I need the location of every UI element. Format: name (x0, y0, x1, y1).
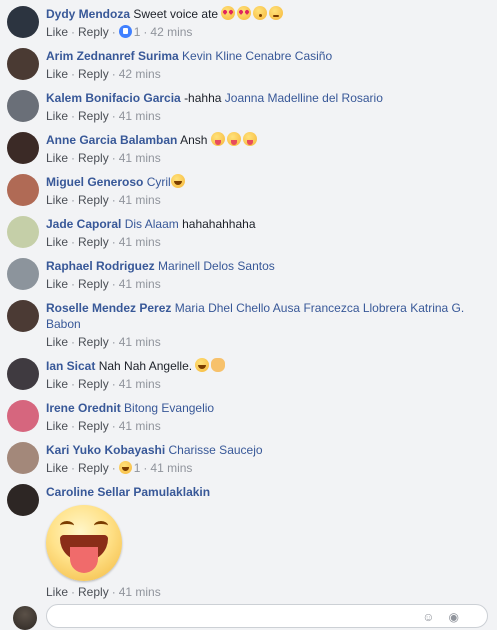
comment-text: Nah Nah Angelle. (98, 359, 193, 373)
avatar[interactable] (7, 174, 39, 206)
reply-link[interactable]: Reply (78, 109, 109, 123)
mention-link[interactable]: Maria Dhel Chello Ausa Francezca Llobrer… (175, 301, 407, 315)
avatar[interactable] (7, 48, 39, 80)
avatar[interactable] (7, 6, 39, 38)
like-link[interactable]: Like (46, 235, 68, 249)
comment-input[interactable]: ☺◉ (46, 604, 488, 628)
like-link[interactable]: Like (46, 277, 68, 291)
smirk-emoji-icon (269, 6, 284, 20)
avatar[interactable] (7, 484, 39, 516)
reply-link[interactable]: Reply (78, 193, 109, 207)
laughing-emoji-icon (170, 174, 185, 188)
mention-link[interactable]: Marinell Delos Santos (158, 259, 275, 273)
like-link[interactable]: Like (46, 151, 68, 165)
reply-link[interactable]: Reply (78, 335, 109, 349)
comment-time[interactable]: 41 mins (119, 419, 161, 433)
comment-text: Sweet voice ate (133, 7, 219, 21)
heart-eyes-emoji-icon (237, 6, 252, 20)
reply-link[interactable]: Reply (78, 235, 109, 249)
comment-author[interactable]: Raphael Rodriguez (46, 259, 155, 273)
comment-author[interactable]: Arim Zednanref Surima (46, 49, 179, 63)
comment-author[interactable]: Dydy Mendoza (46, 7, 130, 21)
comment-time[interactable]: 42 mins (150, 25, 192, 39)
comment-time[interactable]: 41 mins (119, 377, 161, 391)
avatar[interactable] (7, 442, 39, 474)
reply-link[interactable]: Reply (78, 419, 109, 433)
reply-link[interactable]: Reply (78, 151, 109, 165)
comment-time[interactable]: 41 mins (119, 335, 161, 349)
avatar[interactable] (7, 90, 39, 122)
ok-hand-emoji-icon (211, 358, 226, 372)
mention-link[interactable]: Cyril (147, 175, 171, 189)
mention-link[interactable]: Kevin Kline Cenabre Casiño (182, 49, 332, 63)
comment-author[interactable]: Irene Orednit (46, 401, 121, 415)
comment-time[interactable]: 41 mins (119, 151, 161, 165)
like-link[interactable]: Like (46, 461, 68, 475)
like-link[interactable]: Like (46, 109, 68, 123)
avatar[interactable] (7, 132, 39, 164)
laughing-emoji-icon (195, 358, 210, 372)
sticker-tongue-icon (70, 547, 98, 573)
reply-link[interactable]: Reply (78, 461, 109, 475)
comment-time[interactable]: 41 mins (119, 109, 161, 123)
comment-author[interactable]: Miguel Generoso (46, 175, 143, 189)
reply-link[interactable]: Reply (78, 277, 109, 291)
comment-time[interactable]: 41 mins (119, 585, 161, 599)
mention-link[interactable]: Joanna Madelline del Rosario (225, 91, 383, 105)
reply-link[interactable]: Reply (78, 67, 109, 81)
reply-link[interactable]: Reply (78, 585, 109, 599)
like-link[interactable]: Like (46, 193, 68, 207)
like-link[interactable]: Like (46, 67, 68, 81)
heart-eyes-emoji-icon (221, 6, 236, 20)
comment-time[interactable]: 41 mins (119, 193, 161, 207)
avatar[interactable] (7, 258, 39, 290)
current-user-avatar (13, 606, 37, 630)
comment-text: Ansh (180, 133, 208, 147)
tongue-out-emoji-icon (210, 132, 225, 146)
tongue-out-sticker-icon[interactable] (46, 505, 122, 581)
haha-reaction-icon[interactable] (118, 461, 132, 474)
composer-icons[interactable]: ☺◉ (422, 610, 473, 624)
avatar[interactable] (7, 216, 39, 248)
comment-text: hahahahhaha (182, 217, 256, 231)
comment-author[interactable]: Kalem Bonifacio Garcia (46, 91, 181, 105)
comment-author[interactable]: Roselle Mendez Perez (46, 301, 171, 315)
mention-link[interactable]: Charisse Saucejo (169, 443, 263, 457)
sticker-eye-icon (60, 521, 74, 530)
comment-author[interactable]: Ian Sicat (46, 359, 95, 373)
mention-link[interactable]: Dis Alaam (125, 217, 179, 231)
like-link[interactable]: Like (46, 419, 68, 433)
avatar[interactable] (7, 358, 39, 390)
comment-author[interactable]: Kari Yuko Kobayashi (46, 443, 165, 457)
comment-author[interactable]: Caroline Sellar Pamulaklakin (46, 485, 210, 499)
like-link[interactable]: Like (46, 335, 68, 349)
comment-author[interactable]: Jade Caporal (46, 217, 121, 231)
like-reaction-icon[interactable] (118, 25, 132, 38)
tongue-out-emoji-icon (226, 132, 241, 146)
comment-time[interactable]: 41 mins (119, 277, 161, 291)
comment-time[interactable]: 42 mins (119, 67, 161, 81)
avatar[interactable] (7, 400, 39, 432)
comment-time[interactable]: 41 mins (150, 461, 192, 475)
avatar[interactable] (7, 300, 39, 332)
comment-author[interactable]: Anne Garcia Balamban (46, 133, 177, 147)
like-link[interactable]: Like (46, 585, 68, 599)
comment-time[interactable]: 41 mins (119, 235, 161, 249)
mention-link[interactable]: Bitong Evangelio (124, 401, 214, 415)
like-link[interactable]: Like (46, 377, 68, 391)
comment-text: -hahha (184, 91, 222, 105)
like-link[interactable]: Like (46, 25, 68, 39)
tongue-out-emoji-icon (242, 132, 257, 146)
reply-link[interactable]: Reply (78, 25, 109, 39)
reply-link[interactable]: Reply (78, 377, 109, 391)
sticker-eye-icon (94, 521, 108, 530)
kiss-emoji-icon (253, 6, 268, 20)
